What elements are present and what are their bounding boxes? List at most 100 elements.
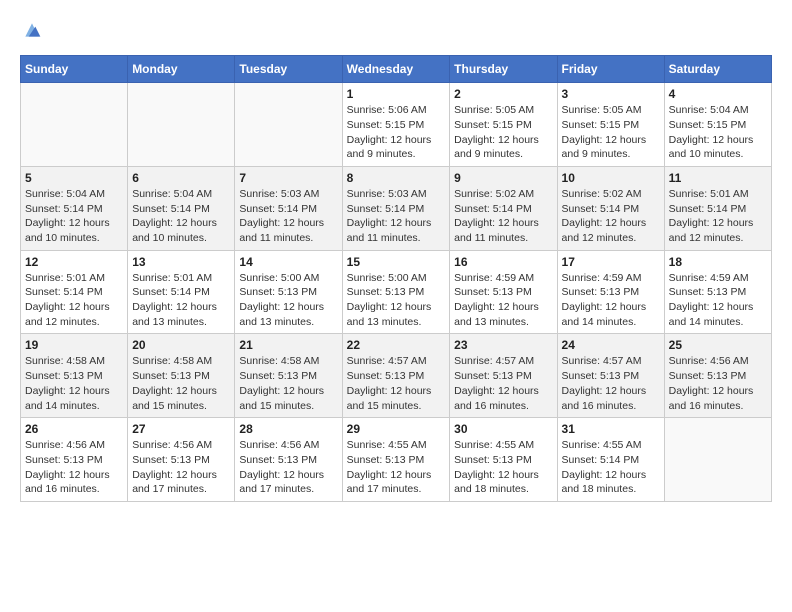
header-friday: Friday xyxy=(557,56,664,83)
day-cell: 1Sunrise: 5:06 AM Sunset: 5:15 PM Daylig… xyxy=(342,83,450,167)
day-number: 30 xyxy=(454,422,552,436)
day-info: Sunrise: 5:01 AM Sunset: 5:14 PM Dayligh… xyxy=(132,271,230,330)
day-cell: 7Sunrise: 5:03 AM Sunset: 5:14 PM Daylig… xyxy=(235,166,342,250)
day-number: 10 xyxy=(562,171,660,185)
day-cell: 14Sunrise: 5:00 AM Sunset: 5:13 PM Dayli… xyxy=(235,250,342,334)
day-info: Sunrise: 4:56 AM Sunset: 5:13 PM Dayligh… xyxy=(25,438,123,497)
day-number: 12 xyxy=(25,255,123,269)
header-sunday: Sunday xyxy=(21,56,128,83)
day-cell: 9 Sunrise: 5:02 AM Sunset: 5:14 PM Daylig… xyxy=(450,166,557,250)
day-number: 28 xyxy=(239,422,337,436)
logo xyxy=(20,20,42,45)
page-header xyxy=(20,20,772,45)
day-cell: 10 Sunrise: 5:02 AM Sunset: 5:14 PM Dayli… xyxy=(557,166,664,250)
day-number: 22 xyxy=(347,338,446,352)
day-number: 13 xyxy=(132,255,230,269)
header-saturday: Saturday xyxy=(664,56,771,83)
day-info: Sunrise: 5:01 AM Sunset: 5:14 PM Dayligh… xyxy=(669,187,767,246)
day-number: 4 xyxy=(669,87,767,101)
day-cell xyxy=(21,83,128,167)
day-number: 6 xyxy=(132,171,230,185)
day-cell: 19 Sunrise: 4:58 AM Sunset: 5:13 PM Dayli… xyxy=(21,334,128,418)
week-row-4: 26 Sunrise: 4:56 AM Sunset: 5:13 PM Dayli… xyxy=(21,418,772,502)
day-info: Sunrise: 4:56 AM Sunset: 5:13 PM Dayligh… xyxy=(239,438,337,497)
day-number: 20 xyxy=(132,338,230,352)
header-tuesday: Tuesday xyxy=(235,56,342,83)
day-info: Sunrise: 5:03 AM Sunset: 5:14 PM Dayligh… xyxy=(239,187,337,246)
day-info: Sunrise: 4:59 AM Sunset: 5:13 PM Dayligh… xyxy=(562,271,660,330)
day-info: Sunrise: 5:03 AM Sunset: 5:14 PM Dayligh… xyxy=(347,187,446,246)
day-cell xyxy=(128,83,235,167)
day-info: Sunrise: 5:05 AM Sunset: 5:15 PM Dayligh… xyxy=(454,103,552,162)
day-number: 16 xyxy=(454,255,552,269)
day-number: 9 xyxy=(454,171,552,185)
day-cell xyxy=(664,418,771,502)
day-cell: 17 Sunrise: 4:59 AM Sunset: 5:13 PM Dayli… xyxy=(557,250,664,334)
day-cell: 12 Sunrise: 5:01 AM Sunset: 5:14 PM Dayli… xyxy=(21,250,128,334)
day-info: Sunrise: 5:04 AM Sunset: 5:15 PM Dayligh… xyxy=(669,103,767,162)
day-cell: 25Sunrise: 4:56 AM Sunset: 5:13 PM Dayli… xyxy=(664,334,771,418)
day-info: Sunrise: 4:55 AM Sunset: 5:13 PM Dayligh… xyxy=(347,438,446,497)
day-cell: 11 Sunrise: 5:01 AM Sunset: 5:14 PM Dayli… xyxy=(664,166,771,250)
day-number: 19 xyxy=(25,338,123,352)
day-number: 18 xyxy=(669,255,767,269)
day-number: 15 xyxy=(347,255,446,269)
day-info: Sunrise: 4:59 AM Sunset: 5:13 PM Dayligh… xyxy=(669,271,767,330)
day-info: Sunrise: 4:55 AM Sunset: 5:13 PM Dayligh… xyxy=(454,438,552,497)
day-number: 5 xyxy=(25,171,123,185)
week-row-3: 19 Sunrise: 4:58 AM Sunset: 5:13 PM Dayli… xyxy=(21,334,772,418)
day-cell: 6 Sunrise: 5:04 AM Sunset: 5:14 PM Daylig… xyxy=(128,166,235,250)
day-cell: 13 Sunrise: 5:01 AM Sunset: 5:14 PM Dayli… xyxy=(128,250,235,334)
day-number: 31 xyxy=(562,422,660,436)
day-cell: 26 Sunrise: 4:56 AM Sunset: 5:13 PM Dayli… xyxy=(21,418,128,502)
day-cell xyxy=(235,83,342,167)
day-cell: 8 Sunrise: 5:03 AM Sunset: 5:14 PM Daylig… xyxy=(342,166,450,250)
day-number: 11 xyxy=(669,171,767,185)
day-info: Sunrise: 4:58 AM Sunset: 5:13 PM Dayligh… xyxy=(132,354,230,413)
day-info: Sunrise: 4:58 AM Sunset: 5:13 PM Dayligh… xyxy=(239,354,337,413)
day-cell: 24 Sunrise: 4:57 AM Sunset: 5:13 PM Dayli… xyxy=(557,334,664,418)
day-number: 29 xyxy=(347,422,446,436)
day-number: 1 xyxy=(347,87,446,101)
day-number: 27 xyxy=(132,422,230,436)
header-thursday: Thursday xyxy=(450,56,557,83)
day-cell: 16 Sunrise: 4:59 AM Sunset: 5:13 PM Dayli… xyxy=(450,250,557,334)
day-info: Sunrise: 5:02 AM Sunset: 5:14 PM Dayligh… xyxy=(562,187,660,246)
day-info: Sunrise: 4:57 AM Sunset: 5:13 PM Dayligh… xyxy=(454,354,552,413)
day-number: 26 xyxy=(25,422,123,436)
logo-text xyxy=(20,20,42,45)
header-monday: Monday xyxy=(128,56,235,83)
day-info: Sunrise: 4:57 AM Sunset: 5:13 PM Dayligh… xyxy=(562,354,660,413)
day-number: 3 xyxy=(562,87,660,101)
day-cell: 27 Sunrise: 4:56 AM Sunset: 5:13 PM Dayli… xyxy=(128,418,235,502)
logo-icon xyxy=(22,20,42,40)
header-row: SundayMondayTuesdayWednesdayThursdayFrid… xyxy=(21,56,772,83)
day-info: Sunrise: 5:00 AM Sunset: 5:13 PM Dayligh… xyxy=(239,271,337,330)
day-info: Sunrise: 5:01 AM Sunset: 5:14 PM Dayligh… xyxy=(25,271,123,330)
week-row-2: 12 Sunrise: 5:01 AM Sunset: 5:14 PM Dayli… xyxy=(21,250,772,334)
day-cell: 30 Sunrise: 4:55 AM Sunset: 5:13 PM Dayli… xyxy=(450,418,557,502)
header-wednesday: Wednesday xyxy=(342,56,450,83)
day-info: Sunrise: 4:57 AM Sunset: 5:13 PM Dayligh… xyxy=(347,354,446,413)
day-number: 24 xyxy=(562,338,660,352)
day-cell: 31Sunrise: 4:55 AM Sunset: 5:14 PM Dayli… xyxy=(557,418,664,502)
day-cell: 2 Sunrise: 5:05 AM Sunset: 5:15 PM Daylig… xyxy=(450,83,557,167)
day-number: 8 xyxy=(347,171,446,185)
day-cell: 4 Sunrise: 5:04 AM Sunset: 5:15 PM Daylig… xyxy=(664,83,771,167)
day-number: 17 xyxy=(562,255,660,269)
day-cell: 23Sunrise: 4:57 AM Sunset: 5:13 PM Dayli… xyxy=(450,334,557,418)
day-cell: 28 Sunrise: 4:56 AM Sunset: 5:13 PM Dayli… xyxy=(235,418,342,502)
day-info: Sunrise: 4:58 AM Sunset: 5:13 PM Dayligh… xyxy=(25,354,123,413)
calendar-table: SundayMondayTuesdayWednesdayThursdayFrid… xyxy=(20,55,772,502)
week-row-0: 1Sunrise: 5:06 AM Sunset: 5:15 PM Daylig… xyxy=(21,83,772,167)
day-info: Sunrise: 4:56 AM Sunset: 5:13 PM Dayligh… xyxy=(132,438,230,497)
day-number: 25 xyxy=(669,338,767,352)
day-cell: 3Sunrise: 5:05 AM Sunset: 5:15 PM Daylig… xyxy=(557,83,664,167)
day-number: 2 xyxy=(454,87,552,101)
day-info: Sunrise: 5:04 AM Sunset: 5:14 PM Dayligh… xyxy=(132,187,230,246)
day-info: Sunrise: 4:59 AM Sunset: 5:13 PM Dayligh… xyxy=(454,271,552,330)
day-cell: 5 Sunrise: 5:04 AM Sunset: 5:14 PM Daylig… xyxy=(21,166,128,250)
day-cell: 29 Sunrise: 4:55 AM Sunset: 5:13 PM Dayli… xyxy=(342,418,450,502)
day-info: Sunrise: 5:04 AM Sunset: 5:14 PM Dayligh… xyxy=(25,187,123,246)
day-info: Sunrise: 5:02 AM Sunset: 5:14 PM Dayligh… xyxy=(454,187,552,246)
